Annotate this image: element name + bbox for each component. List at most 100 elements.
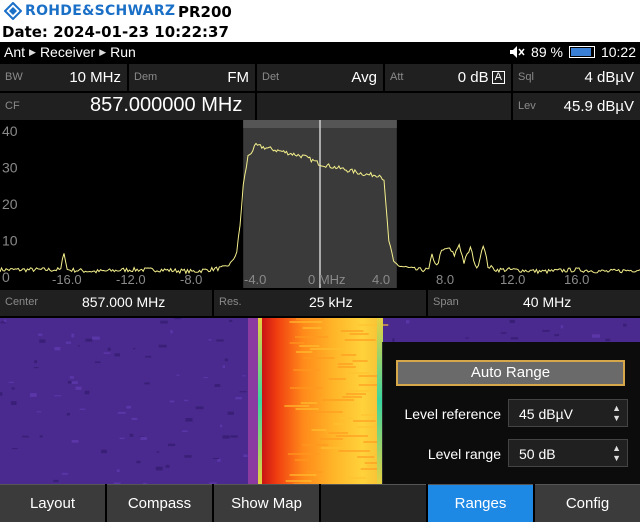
signal-texture bbox=[295, 408, 319, 410]
level-range-spinbox[interactable]: 50 dB ▲ ▼ bbox=[508, 439, 628, 467]
info-value: 40 MHz bbox=[523, 294, 572, 310]
clock: 10:22 bbox=[600, 44, 636, 60]
softkey-compass[interactable]: Compass bbox=[107, 484, 212, 522]
param-value: 0 dB A bbox=[458, 69, 505, 86]
auto-range-button[interactable]: Auto Range bbox=[396, 360, 625, 386]
param-label: BW bbox=[5, 71, 23, 83]
noise-speck bbox=[34, 360, 38, 364]
signal-texture bbox=[289, 321, 323, 323]
param-cf[interactable]: CF 857.000000 MHz bbox=[0, 93, 255, 120]
softkey-config[interactable]: Config bbox=[535, 484, 640, 522]
x-tick-label: 4.0 bbox=[372, 272, 390, 287]
signal-texture bbox=[337, 363, 353, 365]
up-down-arrows-icon[interactable]: ▲ ▼ bbox=[612, 403, 621, 423]
status-bar: Ant ▶ Receiver ▶ Run 89 % 10:22 bbox=[0, 42, 640, 62]
noise-speck bbox=[65, 341, 72, 344]
info-label: Span bbox=[433, 296, 459, 308]
crumb-run[interactable]: Run bbox=[110, 44, 136, 60]
speaker-muted-icon[interactable] bbox=[509, 45, 525, 59]
info-label: Center bbox=[5, 296, 39, 308]
noise-speck bbox=[235, 396, 242, 400]
param-bw[interactable]: BW 10 MHz bbox=[0, 64, 127, 91]
noise-speck bbox=[173, 318, 182, 320]
noise-speck bbox=[117, 411, 126, 414]
signal-texture bbox=[295, 318, 324, 320]
param-label: Att bbox=[390, 71, 404, 83]
parameter-row-2: CF 857.000000 MHz Lev 45.9 dBµV bbox=[0, 93, 640, 122]
chevron-right-icon: ▶ bbox=[29, 46, 36, 57]
center-frequency-value: 857.000000 MHz bbox=[90, 94, 243, 116]
noise-speck bbox=[239, 391, 247, 393]
noise-speck bbox=[84, 390, 90, 395]
param-lev: Lev 45.9 dBµV bbox=[513, 93, 640, 120]
noise-speck bbox=[36, 411, 42, 413]
x-tick-label: -12.0 bbox=[116, 272, 146, 287]
noise-speck bbox=[465, 337, 470, 339]
param-label: CF bbox=[5, 100, 20, 112]
noise-speck bbox=[79, 408, 86, 410]
noise-speck bbox=[222, 365, 226, 369]
param-det[interactable]: Det Avg bbox=[257, 64, 383, 91]
param-dem[interactable]: Dem FM bbox=[129, 64, 255, 91]
info-value: 857.000 MHz bbox=[82, 294, 166, 310]
y-tick-label: 0 bbox=[2, 269, 10, 285]
level-reference-row: Level reference 45 dBµV ▲ ▼ bbox=[383, 399, 640, 429]
device-header: ROHDE&SCHWARZ PR200 Date: 2024-01-23 10:… bbox=[0, 0, 640, 42]
signal-texture bbox=[345, 390, 370, 392]
noise-speck bbox=[509, 319, 516, 324]
info-res[interactable]: Res. 25 kHz bbox=[214, 290, 426, 316]
info-center[interactable]: Center 857.000 MHz bbox=[0, 290, 212, 316]
signal-texture bbox=[284, 405, 310, 407]
softkey-layout[interactable]: Layout bbox=[0, 484, 105, 522]
x-tick-label: 12.0 bbox=[500, 272, 525, 287]
up-down-arrows-icon[interactable]: ▲ ▼ bbox=[612, 443, 621, 463]
noise-speck bbox=[0, 392, 3, 396]
crumb-ant[interactable]: Ant bbox=[4, 44, 25, 60]
noise-speck bbox=[39, 435, 43, 438]
att-value: 0 dB bbox=[457, 69, 489, 86]
info-label: Res. bbox=[219, 296, 242, 308]
noise-speck bbox=[103, 352, 111, 354]
signal-texture bbox=[349, 372, 370, 374]
param-sql[interactable]: Sql 4 dBµV bbox=[513, 64, 640, 91]
signal-texture bbox=[337, 366, 356, 368]
param-att[interactable]: Att 0 dB A bbox=[385, 64, 511, 91]
y-tick-label: 10 bbox=[2, 233, 18, 249]
noise-speck bbox=[155, 466, 163, 471]
softkey-show-map[interactable]: Show Map bbox=[214, 484, 319, 522]
y-tick-label: 20 bbox=[2, 196, 18, 212]
noise-speck bbox=[212, 457, 220, 460]
noise-speck bbox=[129, 433, 134, 437]
noise-speck bbox=[145, 355, 152, 358]
noise-speck bbox=[85, 338, 93, 342]
info-span[interactable]: Span 40 MHz bbox=[428, 290, 640, 316]
noise-speck bbox=[29, 393, 37, 397]
signal-texture bbox=[339, 417, 353, 419]
breadcrumb: Ant ▶ Receiver ▶ Run bbox=[4, 44, 136, 60]
noise-speck bbox=[11, 387, 15, 390]
noise-speck bbox=[195, 406, 204, 410]
noise-speck bbox=[184, 455, 192, 458]
softkey-ranges[interactable]: Ranges bbox=[428, 484, 533, 522]
noise-speck bbox=[136, 460, 141, 464]
x-tick-label: 8.0 bbox=[436, 272, 454, 287]
spectrum-chart[interactable]: 40 30 20 10 0 -16.0 -12.0 -8.0 -4.0 0 MHz 4.0 8.0 12… bbox=[0, 120, 640, 288]
signal-texture bbox=[335, 435, 368, 437]
y-tick-label: 40 bbox=[2, 123, 18, 139]
noise-speck bbox=[101, 449, 107, 454]
noise-speck bbox=[243, 454, 248, 457]
info-value: 25 kHz bbox=[309, 294, 353, 310]
signal-texture bbox=[349, 477, 366, 479]
noise-speck bbox=[554, 334, 560, 337]
signal-texture bbox=[321, 399, 354, 401]
softkey-empty[interactable] bbox=[321, 484, 426, 522]
crumb-receiver[interactable]: Receiver bbox=[40, 44, 95, 60]
signal-texture bbox=[295, 351, 313, 353]
noise-speck bbox=[114, 353, 120, 357]
x-tick-label: 16.0 bbox=[564, 272, 589, 287]
noise-speck bbox=[220, 424, 223, 428]
signal-texture bbox=[320, 438, 343, 440]
level-reference-spinbox[interactable]: 45 dBµV ▲ ▼ bbox=[508, 399, 628, 427]
x-tick-label: -16.0 bbox=[52, 272, 82, 287]
noise-speck bbox=[184, 399, 189, 402]
